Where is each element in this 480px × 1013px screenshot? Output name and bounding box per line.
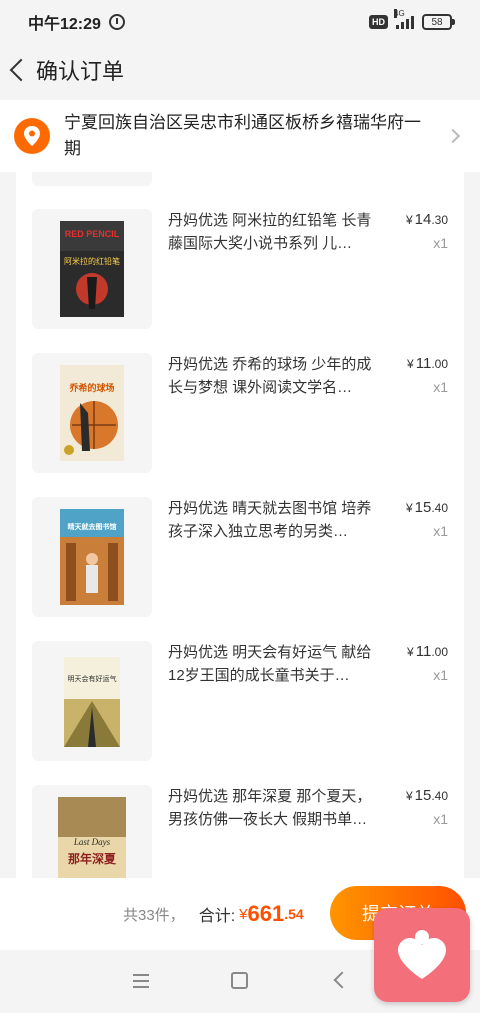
list-item[interactable]: RED PENCIL 阿米拉的红铅笔 丹妈优选 阿米拉的红铅笔 长青藤国际大奖小… — [16, 209, 464, 339]
cover-title-en: RED PENCIL — [65, 229, 120, 239]
book-cover: 明天会有好运气 — [32, 641, 152, 761]
total-currency: ¥ — [239, 905, 248, 923]
item-price: ¥14.30 — [405, 211, 448, 228]
book-cover: Last Days 那年深夏 — [32, 785, 152, 878]
cover-title-cn: 晴天就去图书馆 — [68, 522, 117, 531]
alarm-icon — [108, 14, 125, 30]
item-quantity: x1 — [433, 811, 448, 827]
status-indicators: HD 4G 58 — [369, 9, 455, 30]
item-price: ¥11.00 — [407, 643, 448, 660]
hd-badge: HD — [369, 15, 388, 29]
item-quantity: x1 — [433, 379, 448, 395]
item-title: 丹妈优选 明天会有好运气 献给12岁王国的成长童书关于… — [168, 644, 372, 684]
item-price: ¥15.40 — [405, 787, 448, 804]
nav-back-icon[interactable] — [333, 971, 351, 989]
address-row[interactable]: 宁夏回族自治区吴忠市利通区板桥乡禧瑞华府一期 — [0, 100, 480, 172]
item-quantity: x1 — [433, 523, 448, 539]
total-amount: 661 — [247, 901, 285, 926]
item-quantity: x1 — [433, 235, 448, 251]
item-title: 丹妈优选 阿米拉的红铅笔 长青藤国际大奖小说书系列 儿… — [168, 212, 372, 252]
chevron-right-icon — [445, 128, 461, 144]
book-cover: 乔希的球场 — [32, 353, 152, 473]
cover-title-en: Last Days — [73, 837, 111, 847]
back-icon[interactable] — [6, 58, 30, 82]
heart-icon — [398, 930, 446, 979]
address-text: 宁夏回族自治区吴忠市利通区板桥乡禧瑞华府一期 — [64, 113, 421, 158]
floating-heart-button[interactable] — [374, 908, 470, 1002]
network-label: 4G — [394, 9, 405, 18]
cover-title-cn: 乔希的球场 — [68, 382, 114, 394]
page-title: 确认订单 — [36, 59, 125, 84]
item-title: 丹妈优选 那年深夏 那个夏天，男孩仿佛一夜长大 假期书单… — [168, 788, 372, 828]
status-time: 中午12:29 — [28, 16, 101, 33]
menu-icon[interactable] — [133, 974, 149, 988]
cover-title-cn: 那年深夏 — [68, 851, 117, 866]
total-cents: .54 — [284, 906, 304, 922]
list-item[interactable]: 乔希的球场 丹妈优选 乔希的球场 少年的成长与梦想 课外阅读文学名… ¥11.0… — [16, 353, 464, 483]
book-cover: 晴天就去图书馆 — [32, 497, 152, 617]
item-title: 丹妈优选 乔希的球场 少年的成长与梦想 课外阅读文学名… — [168, 356, 372, 396]
item-price: ¥15.40 — [405, 499, 448, 516]
status-bar: 中午12:29 HD 4G 58 — [0, 0, 480, 44]
list-item[interactable]: 明天会有好运气 丹妈优选 明天会有好运气 献给12岁王国的成长童书关于… ¥11… — [16, 641, 464, 771]
item-quantity: x1 — [433, 667, 448, 683]
item-price: ¥11.00 — [407, 355, 448, 372]
list-item[interactable]: 晴天就去图书馆 丹妈优选 晴天就去图书馆 培养孩子深入独立思考的另类… ¥15.… — [16, 497, 464, 627]
battery-icon: 58 — [422, 14, 455, 30]
item-count: 共33件， — [123, 906, 185, 924]
location-icon — [14, 118, 50, 154]
home-icon[interactable] — [231, 972, 248, 989]
list-item[interactable]: Last Days 那年深夏 丹妈优选 那年深夏 那个夏天，男孩仿佛一夜长大 假… — [16, 785, 464, 878]
signal-icon: 4G — [394, 9, 414, 29]
cover-title-cn: 阿米拉的红铅笔 — [64, 256, 120, 266]
total-label: 合计: — [198, 908, 236, 925]
item-thumbnail — [32, 172, 152, 186]
book-cover: RED PENCIL 阿米拉的红铅笔 — [32, 209, 152, 329]
item-title: 丹妈优选 晴天就去图书馆 培养孩子深入独立思考的另类… — [168, 500, 372, 540]
order-items-list: RED PENCIL 阿米拉的红铅笔 丹妈优选 阿米拉的红铅笔 长青藤国际大奖小… — [16, 172, 464, 878]
cover-title-cn: 明天会有好运气 — [68, 674, 117, 683]
header: 确认订单 — [0, 44, 480, 96]
